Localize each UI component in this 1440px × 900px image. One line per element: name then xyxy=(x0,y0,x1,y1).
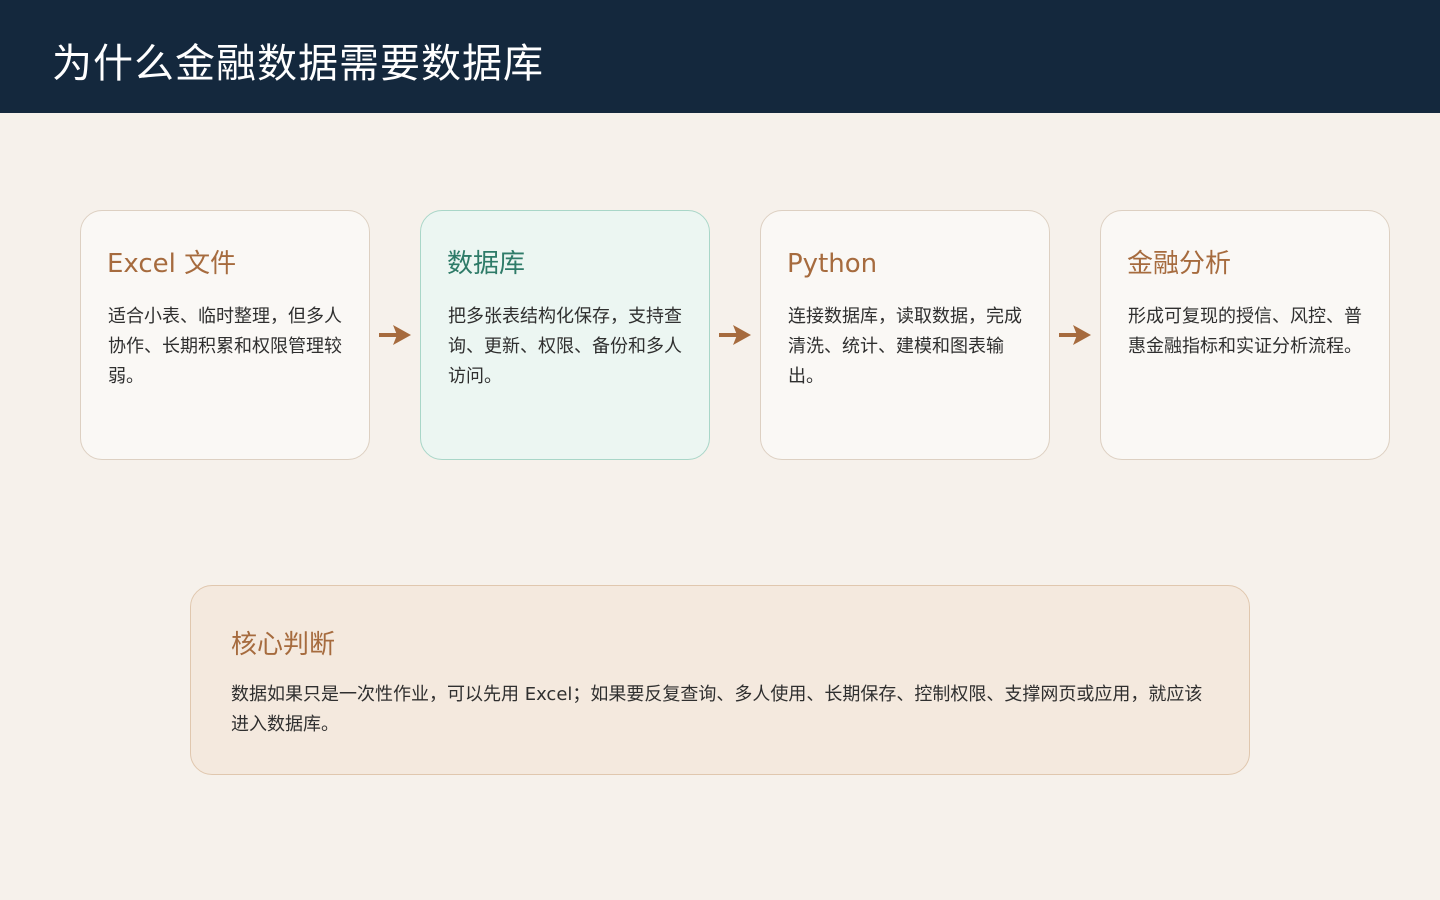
step-description: 形成可复现的授信、风控、普惠金融指标和实证分析流程。 xyxy=(1128,306,1362,357)
core-judgment-box: 核心判断 数据如果只是一次性作业，可以先用 Excel；如果要反复查询、多人使用… xyxy=(190,585,1250,775)
step-description: 适合小表、临时整理，但多人协作、长期积累和权限管理较弱。 xyxy=(108,306,342,387)
step-title: 金融分析 xyxy=(1127,249,1232,279)
header-bar: 为什么金融数据需要数据库 xyxy=(0,0,1440,113)
step-title: Python xyxy=(787,249,878,279)
flow-step-excel: Excel 文件 适合小表、临时整理，但多人协作、长期积累和权限管理较弱。 xyxy=(80,210,370,460)
flow-step-python: Python 连接数据库，读取数据，完成清洗、统计、建模和图表输出。 xyxy=(760,210,1050,460)
arrow-right-icon xyxy=(379,325,411,345)
summary-title: 核心判断 xyxy=(231,630,336,660)
page-title: 为什么金融数据需要数据库 xyxy=(52,41,544,87)
flow-step-financial-analysis: 金融分析 形成可复现的授信、风控、普惠金融指标和实证分析流程。 xyxy=(1100,210,1390,460)
step-title: 数据库 xyxy=(447,249,526,279)
step-description: 把多张表结构化保存，支持查询、更新、权限、备份和多人访问。 xyxy=(448,306,682,387)
step-description: 连接数据库，读取数据，完成清洗、统计、建模和图表输出。 xyxy=(788,306,1022,387)
arrow-right-icon xyxy=(719,325,751,345)
step-title: Excel 文件 xyxy=(107,249,237,279)
summary-text: 数据如果只是一次性作业，可以先用 Excel；如果要反复查询、多人使用、长期保存… xyxy=(231,684,1203,735)
flow-step-database: 数据库 把多张表结构化保存，支持查询、更新、权限、备份和多人访问。 xyxy=(420,210,710,460)
arrow-right-icon xyxy=(1059,325,1091,345)
